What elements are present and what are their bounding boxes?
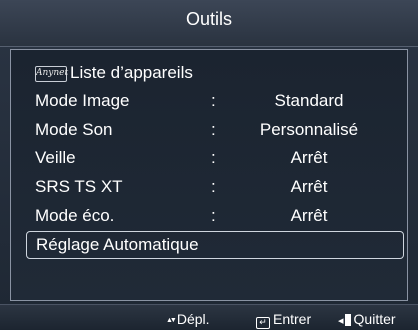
menu-item-value: Standard bbox=[274, 91, 344, 110]
anynet-logo-icon: Anynet bbox=[35, 66, 68, 82]
menu-item-separator: : bbox=[211, 206, 216, 225]
up-down-arrow-icon: ▲▼ bbox=[166, 317, 177, 324]
menu-item-value: Arrêt bbox=[290, 206, 328, 225]
menu-item-label: Réglage Automatique bbox=[36, 235, 199, 254]
menu-title: Outils bbox=[185, 9, 232, 29]
move-hint: ▲▼ Dépl. bbox=[166, 311, 210, 327]
tools-menu-window: Outils Anynet Liste d’appareils Mode Ima… bbox=[0, 0, 418, 330]
menu-item-label: Mode Image bbox=[35, 91, 130, 110]
menu-item-value: Arrêt bbox=[290, 177, 328, 196]
menu-item-label: Veille bbox=[35, 148, 76, 167]
menu-item-eco-mode[interactable]: Mode éco. : Arrêt bbox=[17, 203, 401, 229]
menu-item-auto-adjust-selected[interactable]: Réglage Automatique bbox=[26, 231, 404, 259]
exit-icon bbox=[344, 314, 351, 326]
enter-icon: ↵ bbox=[256, 317, 270, 329]
exit-hint: ◂ Quitter bbox=[338, 311, 396, 327]
menu-item-picture-mode[interactable]: Mode Image : Standard bbox=[17, 88, 401, 114]
menu-item-separator: : bbox=[211, 91, 216, 110]
menu-item-value: Arrêt bbox=[290, 148, 328, 167]
footer-bar: ▲▼ Dépl. ↵ Entrer ◂ Quitter bbox=[0, 304, 418, 330]
exit-hint-label: Quitter bbox=[353, 311, 396, 327]
menu-item-separator: : bbox=[211, 177, 216, 196]
menu-item-sound-mode[interactable]: Mode Son : Personnalisé bbox=[17, 117, 401, 143]
move-hint-label: Dépl. bbox=[176, 311, 210, 327]
enter-hint-label: Entrer bbox=[273, 311, 312, 327]
exit-arrow-icon: ◂ bbox=[338, 315, 344, 327]
title-bar: Outils bbox=[0, 0, 418, 47]
menu-item-label: SRS TS XT bbox=[35, 177, 123, 196]
menu-item-separator: : bbox=[211, 148, 216, 167]
menu-item-value: Personnalisé bbox=[259, 120, 359, 139]
menu-item-label: Liste d’appareils bbox=[70, 63, 193, 82]
enter-hint: ↵ Entrer bbox=[256, 311, 312, 329]
menu-item-sleep[interactable]: Veille : Arrêt bbox=[17, 145, 401, 171]
menu-item-label: Mode éco. bbox=[35, 206, 115, 225]
menu-item-separator: : bbox=[211, 120, 216, 139]
menu-item-label: Mode Son bbox=[35, 120, 113, 139]
menu-item-anynet-device-list[interactable]: Anynet Liste d’appareils bbox=[17, 60, 401, 86]
menu-item-srs-ts-xt[interactable]: SRS TS XT : Arrêt bbox=[17, 174, 401, 200]
